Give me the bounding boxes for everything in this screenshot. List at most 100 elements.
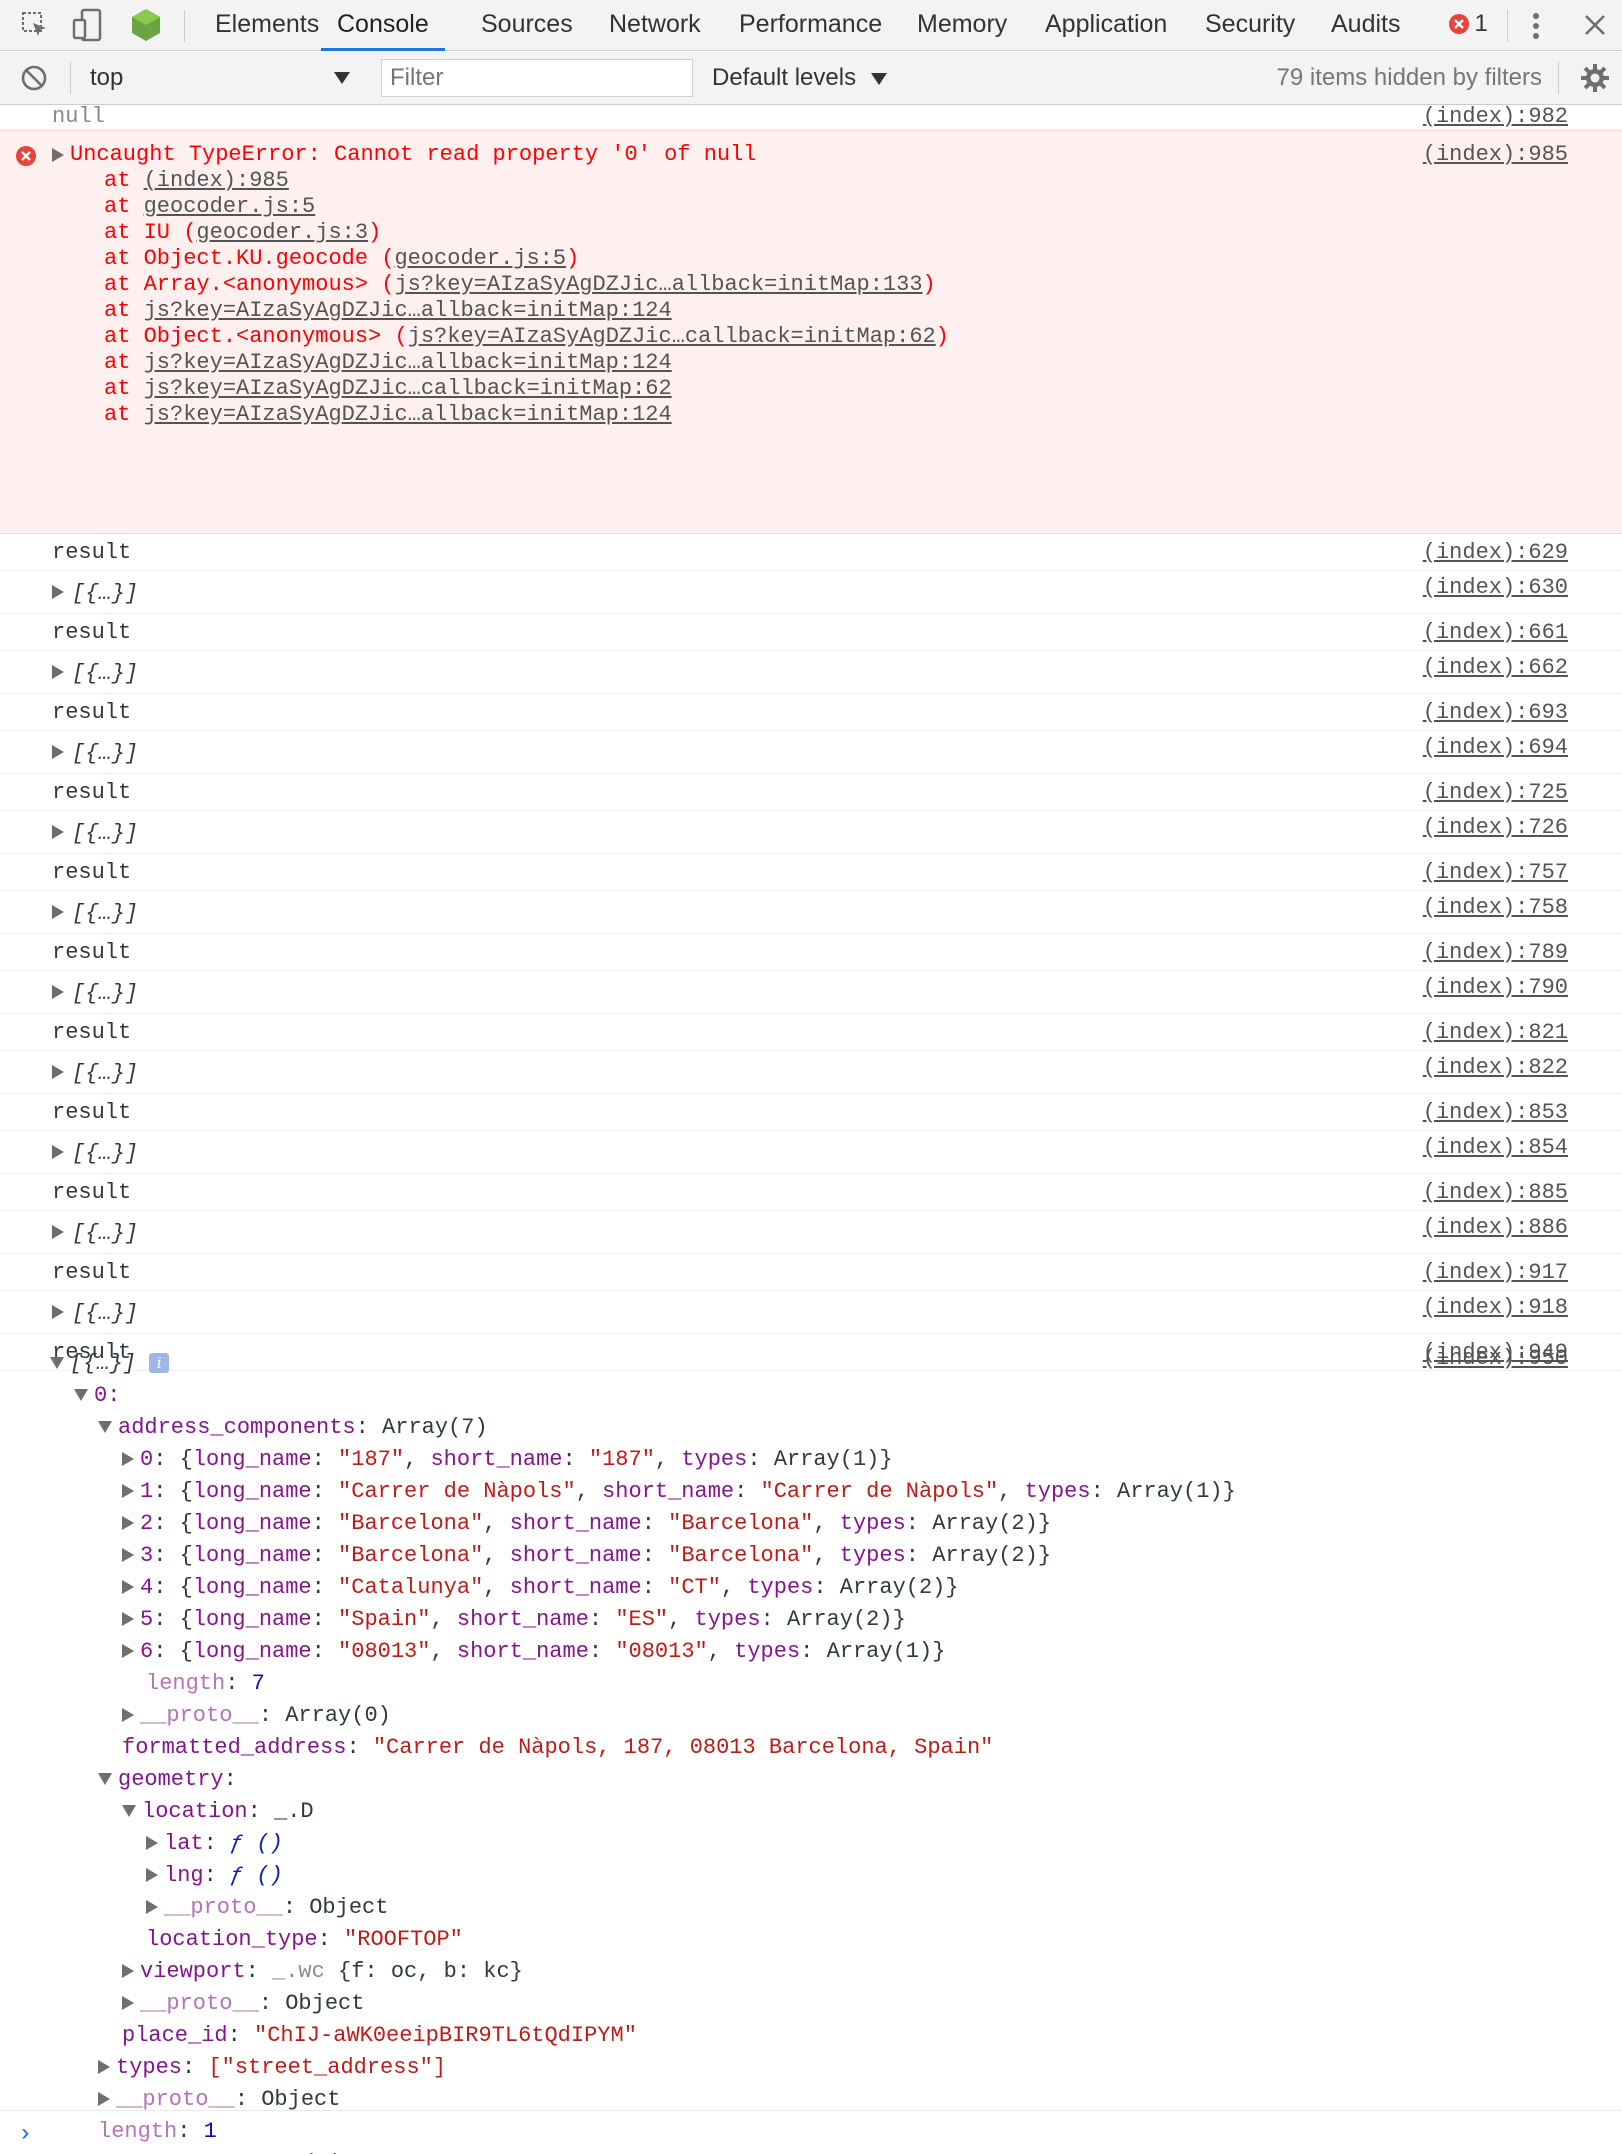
collapse-arrow-icon[interactable] [122,1805,136,1818]
source-link[interactable]: (index):917 [1423,1260,1568,1285]
tree-node[interactable]: lat: ƒ () [146,1828,283,1860]
source-link[interactable]: (index):661 [1423,620,1568,645]
tree-node[interactable]: address_components: Array(7) [98,1412,488,1444]
tab-security[interactable]: Security [1205,0,1295,51]
expand-arrow-icon[interactable] [52,665,64,679]
stack-location-link[interactable]: js?key=AIzaSyAgDZJic…callback=initMap:62 [144,376,672,401]
expand-arrow-icon[interactable] [52,985,64,999]
stack-location-link[interactable]: geocoder.js:5 [394,246,566,271]
expand-arrow-icon[interactable] [146,1868,158,1883]
expand-arrow-icon[interactable] [52,148,64,162]
array-preview[interactable]: [{…}] [72,581,138,607]
stack-location-link[interactable]: geocoder.js:5 [144,194,316,219]
stack-location-link[interactable]: js?key=AIzaSyAgDZJic…allback=initMap:124 [144,350,672,375]
stack-location-link[interactable]: js?key=AIzaSyAgDZJic…allback=initMap:133 [394,272,922,297]
tree-node[interactable]: __proto__: Object [122,1988,364,2020]
collapse-arrow-icon[interactable] [98,1773,112,1786]
expand-arrow-icon[interactable] [122,1580,134,1595]
close-devtools-icon[interactable] [1582,12,1608,38]
tree-node[interactable]: viewport: _.wc {f: oc, b: kc} [122,1956,523,1988]
tree-node[interactable]: __proto__: Array(0) [122,1700,391,1732]
expand-arrow-icon[interactable] [122,1612,134,1627]
stack-location-link[interactable]: js?key=AIzaSyAgDZJic…callback=initMap:62 [408,324,936,349]
tree-node[interactable]: 2: {long_name: "Barcelona", short_name: … [122,1508,1051,1540]
tab-audits[interactable]: Audits [1331,0,1400,51]
tree-node[interactable]: 1: {long_name: "Carrer de Nàpols", short… [122,1476,1236,1508]
tab-console[interactable]: Console [321,0,445,51]
collapse-arrow-icon[interactable] [50,1357,64,1370]
source-link[interactable]: (index):985 [1423,142,1568,167]
expand-arrow-icon[interactable] [122,1964,134,1979]
tree-node[interactable]: [{…}] i [50,1348,170,1380]
tree-node[interactable]: 5: {long_name: "Spain", short_name: "ES"… [122,1604,906,1636]
source-link[interactable]: (index):629 [1423,540,1568,565]
stack-location-link[interactable]: (index):985 [144,168,289,193]
expand-arrow-icon[interactable] [52,1065,64,1079]
expand-arrow-icon[interactable] [52,745,64,759]
expand-arrow-icon[interactable] [122,1548,134,1563]
source-link[interactable]: (index):821 [1423,1020,1568,1045]
array-preview[interactable]: [{…}] [72,1061,138,1087]
source-link[interactable]: (index):822 [1423,1055,1568,1080]
tab-network[interactable]: Network [609,0,701,51]
tab-application[interactable]: Application [1045,0,1167,51]
source-link[interactable]: (index):982 [1423,104,1568,129]
source-link[interactable]: (index):662 [1423,655,1568,680]
array-preview[interactable]: [{…}] [72,661,138,687]
expand-arrow-icon[interactable] [122,1708,134,1723]
console-prompt[interactable]: › [0,2110,1622,2154]
expand-arrow-icon[interactable] [52,1225,64,1239]
source-link[interactable]: (index):726 [1423,815,1568,840]
tree-node[interactable]: 0: [74,1380,120,1412]
array-preview[interactable]: [{…}] [72,1221,138,1247]
source-link[interactable]: (index):757 [1423,860,1568,885]
expand-arrow-icon[interactable] [146,1900,158,1915]
tree-node[interactable]: 0: {long_name: "187", short_name: "187",… [122,1444,893,1476]
tree-node[interactable]: 3: {long_name: "Barcelona", short_name: … [122,1540,1051,1572]
source-link[interactable]: (index):853 [1423,1100,1568,1125]
expand-arrow-icon[interactable] [122,1452,134,1467]
source-link[interactable]: (index):693 [1423,700,1568,725]
device-toolbar-icon[interactable] [72,8,104,42]
source-link[interactable]: (index):694 [1423,735,1568,760]
log-levels-dropdown[interactable]: Default levels [712,64,887,92]
expand-arrow-icon[interactable] [98,2060,110,2075]
expand-arrow-icon[interactable] [52,905,64,919]
expand-arrow-icon[interactable] [52,825,64,839]
info-icon[interactable]: i [149,1353,170,1374]
clear-console-icon[interactable] [20,64,48,92]
expand-arrow-icon[interactable] [52,585,64,599]
settings-gear-icon[interactable] [1580,63,1610,93]
source-link[interactable]: (index):790 [1423,975,1568,1000]
tree-node[interactable]: location: _.D [122,1796,314,1828]
tree-node[interactable]: types: ["street_address"] [98,2052,446,2084]
more-options-icon[interactable] [1530,12,1542,40]
source-link[interactable]: (index):789 [1423,940,1568,965]
source-link[interactable]: (index):885 [1423,1180,1568,1205]
source-link[interactable]: (index):918 [1423,1295,1568,1320]
source-link[interactable]: (index):886 [1423,1215,1568,1240]
source-link[interactable]: (index):758 [1423,895,1568,920]
expand-arrow-icon[interactable] [52,1145,64,1159]
array-preview[interactable]: [{…}] [72,741,138,767]
source-link[interactable]: (index):950 [1423,1346,1568,1371]
expand-arrow-icon[interactable] [98,2092,110,2107]
collapse-arrow-icon[interactable] [98,1421,112,1434]
inspect-element-icon[interactable] [20,10,50,40]
array-preview[interactable]: [{…}] [72,1301,138,1327]
array-preview[interactable]: [{…}] [72,1141,138,1167]
array-preview[interactable]: [{…}] [72,901,138,927]
expand-arrow-icon[interactable] [122,1644,134,1659]
expand-arrow-icon[interactable] [122,1516,134,1531]
error-count-badge[interactable]: 1 [1448,10,1488,40]
node-extension-icon[interactable] [130,8,162,42]
stack-location-link[interactable]: geocoder.js:3 [196,220,368,245]
source-link[interactable]: (index):725 [1423,780,1568,805]
tab-sources[interactable]: Sources [481,0,573,51]
collapse-arrow-icon[interactable] [74,1389,88,1402]
expand-arrow-icon[interactable] [52,1305,64,1319]
tree-node[interactable]: 4: {long_name: "Catalunya", short_name: … [122,1572,959,1604]
stack-location-link[interactable]: js?key=AIzaSyAgDZJic…allback=initMap:124 [144,402,672,427]
tree-node[interactable]: geometry: [98,1764,237,1796]
tree-node[interactable]: lng: ƒ () [146,1860,283,1892]
